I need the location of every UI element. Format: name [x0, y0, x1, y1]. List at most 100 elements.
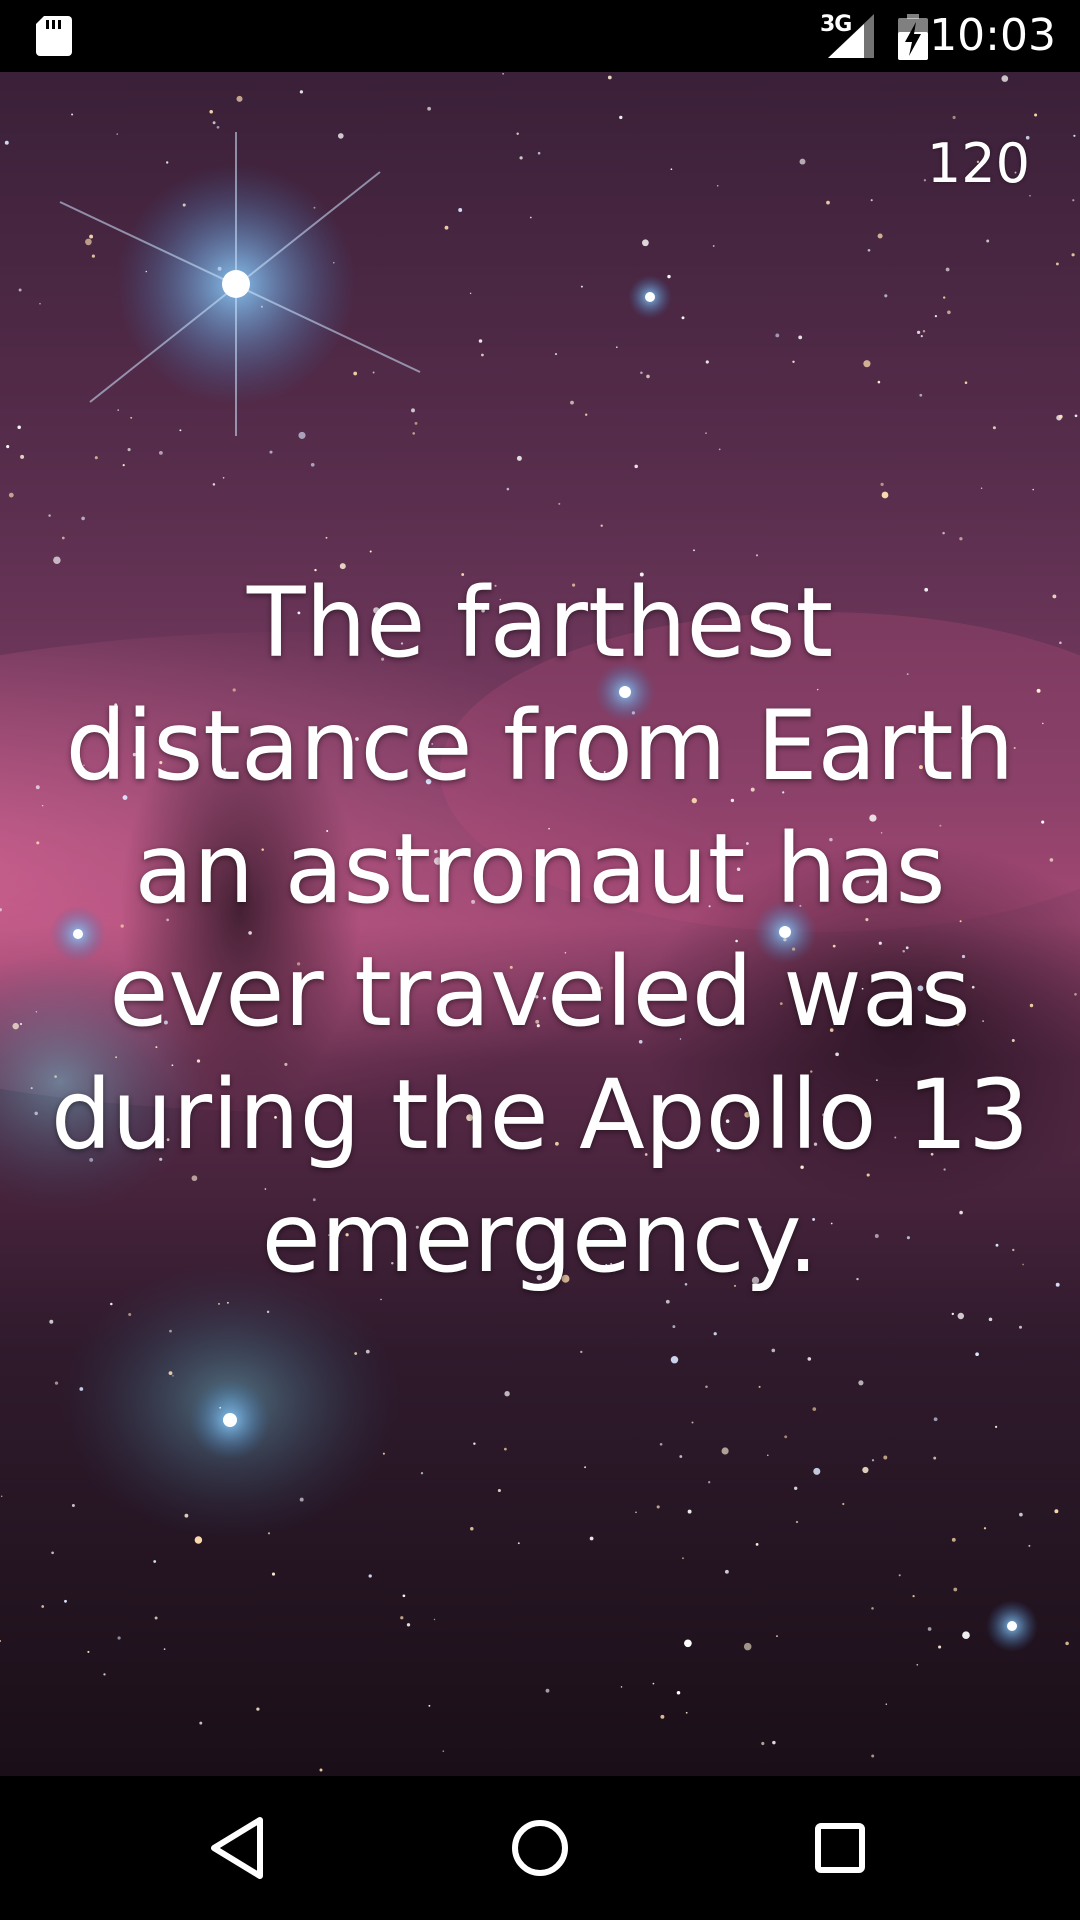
star — [130, 416, 133, 419]
recents-icon[interactable] — [798, 1806, 882, 1890]
status-bar: 3G 10:03 — [0, 0, 1080, 72]
star — [122, 464, 125, 467]
star — [885, 1703, 888, 1705]
star — [813, 1467, 821, 1475]
star — [337, 133, 344, 139]
star — [519, 156, 523, 160]
star — [428, 1704, 431, 1707]
star — [877, 233, 883, 239]
star — [504, 1391, 510, 1397]
battery-charging-icon — [898, 14, 928, 60]
star — [402, 1594, 406, 1598]
star — [517, 1542, 520, 1545]
star — [659, 1442, 663, 1446]
star — [1049, 858, 1054, 862]
star — [927, 1627, 932, 1631]
star — [755, 1543, 759, 1546]
star — [91, 254, 95, 258]
star — [299, 90, 304, 94]
star — [687, 1509, 692, 1514]
star — [469, 292, 472, 295]
star — [952, 115, 956, 120]
star — [920, 335, 923, 338]
star — [1041, 820, 1045, 824]
star — [994, 1425, 998, 1429]
star — [646, 374, 650, 379]
star — [798, 335, 803, 340]
star — [127, 448, 131, 452]
star — [163, 1648, 166, 1650]
star — [117, 409, 120, 411]
star — [411, 408, 415, 413]
star — [721, 1447, 729, 1455]
star — [30, 1087, 33, 1090]
star — [776, 1635, 778, 1637]
star — [412, 432, 415, 435]
star — [871, 1607, 874, 1610]
star — [716, 184, 719, 187]
star — [570, 400, 574, 405]
star — [870, 199, 873, 202]
star — [620, 1686, 623, 1688]
star — [980, 487, 983, 490]
star — [103, 1673, 106, 1676]
star — [4, 140, 9, 145]
star — [718, 448, 721, 451]
star — [708, 1481, 711, 1484]
star — [406, 1623, 411, 1627]
star — [862, 1466, 869, 1474]
star — [145, 270, 148, 273]
star — [795, 1520, 799, 1524]
star — [226, 1301, 229, 1304]
star — [19, 1022, 23, 1026]
star — [333, 262, 335, 264]
star — [983, 1527, 987, 1530]
star — [807, 1357, 812, 1361]
star — [529, 216, 532, 219]
star — [767, 1454, 769, 1456]
star — [420, 1472, 424, 1475]
star — [545, 1688, 550, 1693]
star — [17, 425, 21, 430]
status-clock: 10:03 — [929, 10, 1056, 61]
star — [61, 536, 65, 540]
star — [642, 239, 649, 247]
star — [49, 1319, 54, 1324]
star — [676, 1690, 681, 1695]
star — [414, 422, 418, 425]
star — [942, 531, 945, 535]
star — [771, 1348, 776, 1353]
star — [660, 1714, 665, 1719]
star — [168, 1371, 173, 1376]
star — [962, 1631, 970, 1640]
star — [216, 125, 220, 129]
star — [881, 491, 889, 499]
star — [1052, 594, 1057, 599]
fact-screen[interactable]: 120 The farthest distance from Earth an … — [0, 72, 1080, 1776]
home-icon[interactable] — [498, 1806, 582, 1890]
star — [589, 1536, 594, 1541]
star — [858, 1380, 864, 1386]
star — [81, 516, 85, 521]
star — [898, 1574, 901, 1577]
star — [959, 537, 963, 541]
star — [794, 1486, 798, 1491]
screen: 3G 10:03 120 The farthest distance from … — [0, 0, 1080, 1920]
star — [665, 1299, 670, 1304]
star — [992, 426, 996, 430]
star — [705, 360, 709, 364]
star — [433, 1618, 436, 1621]
star — [938, 1645, 942, 1649]
star — [724, 1569, 729, 1574]
star — [516, 132, 519, 136]
star — [558, 502, 561, 505]
star — [826, 200, 830, 205]
star — [458, 208, 463, 212]
back-icon[interactable] — [198, 1806, 282, 1890]
star — [600, 524, 603, 527]
star — [504, 1447, 507, 1451]
fact-text: The farthest distance from Earth an astr… — [50, 567, 1030, 1294]
star — [154, 1616, 158, 1620]
star — [1019, 1512, 1023, 1517]
star — [1029, 1003, 1034, 1008]
